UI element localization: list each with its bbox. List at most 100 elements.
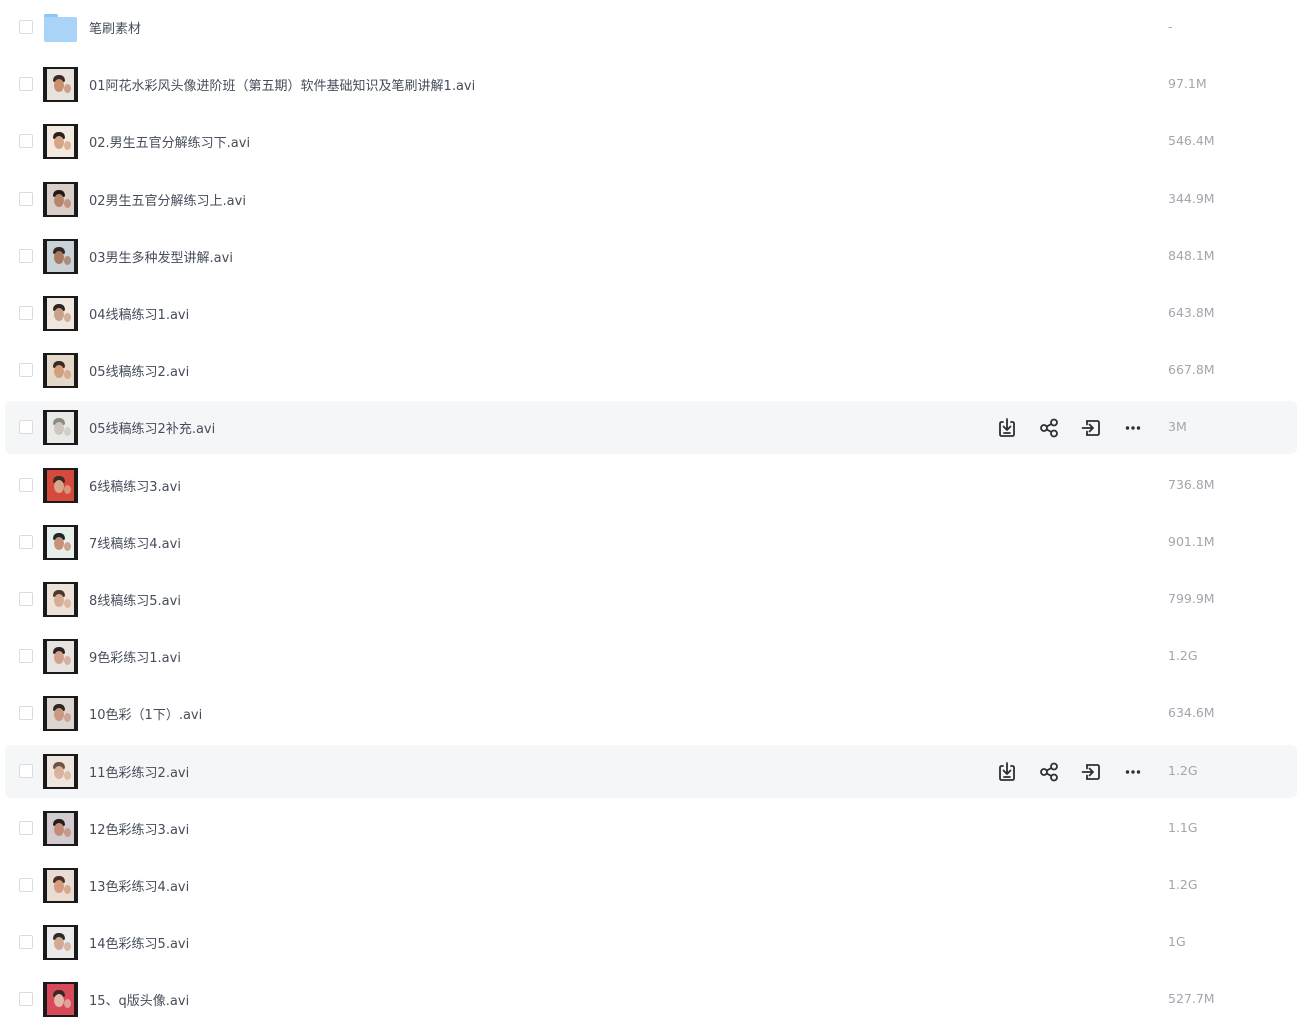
video-thumbnail[interactable] [43,925,78,961]
file-name[interactable]: 04线稿练习1.avi [89,304,189,323]
video-thumbnail[interactable] [43,639,78,675]
row-checkbox[interactable] [19,134,33,149]
row-checkbox[interactable] [19,20,33,34]
row-checkbox[interactable] [19,191,33,206]
file-name[interactable]: 10色彩（1下）.avi [89,704,202,723]
file-size: 97.1M [1168,76,1207,92]
row-checkbox[interactable] [19,992,33,1007]
video-thumbnail[interactable] [43,982,78,1018]
video-thumbnail[interactable] [43,124,78,160]
row-checkbox[interactable] [19,649,33,664]
row-checkbox[interactable] [19,820,33,835]
row-checkbox[interactable] [19,248,33,263]
folder-icon[interactable] [43,10,78,45]
file-name[interactable]: 02.男生五官分解练习下.avi [89,132,250,151]
move-to-button[interactable] [1079,760,1103,784]
file-row[interactable]: 05线稿练习2补充.avi 3M [5,401,1297,455]
file-name[interactable]: 笔刷素材 [89,18,141,37]
file-size: 799.9M [1168,591,1215,606]
row-checkbox[interactable] [19,878,33,892]
video-thumbnail[interactable] [43,67,78,103]
file-size: 344.9M [1168,190,1215,206]
file-row[interactable]: 02男生五官分解练习上.avi 344.9M [5,173,1297,226]
move-to-button[interactable] [1079,416,1103,440]
file-row[interactable]: 7线稿练习4.avi 901.1M [5,516,1297,569]
row-checkbox[interactable] [19,420,33,435]
file-list: 笔刷素材 - 01阿花水彩风头像进阶班（第五期）软件基础知识及笔刷讲解1.avi 97… [0,0,1297,1018]
row-actions [995,414,1155,440]
row-checkbox[interactable] [19,477,33,492]
file-name[interactable]: 11色彩练习2.avi [89,762,189,781]
move-to-icon [1079,420,1103,444]
file-name[interactable]: 9色彩练习1.avi [89,647,181,666]
video-thumbnail[interactable] [43,467,78,503]
file-row[interactable]: 13色彩练习4.avi 1.2G [5,859,1297,912]
download-icon [995,761,1019,788]
video-thumbnail[interactable] [43,524,78,560]
share-button[interactable] [1037,416,1061,440]
file-row[interactable]: 9色彩练习1.avi 1.2G [5,630,1297,683]
file-name[interactable]: 05线稿练习2.avi [89,361,189,380]
row-checkbox[interactable] [19,935,33,950]
download-button[interactable] [995,760,1019,784]
file-size: 1.2G [1168,648,1198,664]
video-thumbnail[interactable] [43,238,78,274]
video-thumbnail[interactable] [43,296,78,331]
file-name[interactable]: 02男生五官分解练习上.avi [89,190,246,209]
file-name[interactable]: 6线稿练习3.avi [89,476,181,495]
file-name[interactable]: 15、q版头像.avi [89,990,189,1009]
video-thumbnail[interactable] [43,353,78,389]
more-icon [1121,425,1145,444]
more-button[interactable] [1121,760,1145,784]
share-button[interactable] [1037,760,1061,784]
file-name[interactable]: 8线稿练习5.avi [89,590,181,609]
file-name[interactable]: 01阿花水彩风头像进阶班（第五期）软件基础知识及笔刷讲解1.avi [89,75,475,94]
row-checkbox[interactable] [19,77,33,92]
file-size: 1G [1168,934,1186,950]
file-size: 848.1M [1168,247,1215,263]
file-name[interactable]: 03男生多种发型讲解.avi [89,247,233,266]
download-button[interactable] [995,416,1019,440]
video-thumbnail[interactable] [43,753,78,789]
file-name[interactable]: 05线稿练习2补充.avi [89,418,215,437]
more-icon [1121,769,1145,788]
folder-row[interactable]: 笔刷素材 - [5,1,1297,54]
file-row[interactable]: 05线稿练习2.avi 667.8M [5,344,1297,397]
file-size: 1.2G [1168,762,1198,778]
share-icon [1037,762,1061,788]
file-size: 3M [1168,419,1187,435]
row-checkbox[interactable] [19,763,33,778]
file-row[interactable]: 11色彩练习2.avi 1.2G [5,744,1297,798]
row-checkbox[interactable] [19,534,33,549]
file-size: 736.8M [1168,476,1215,492]
video-thumbnail[interactable] [43,810,78,846]
video-thumbnail[interactable] [43,410,78,446]
more-button[interactable] [1121,416,1145,440]
file-row[interactable]: 02.男生五官分解练习下.avi 546.4M [5,115,1297,168]
video-thumbnail[interactable] [43,582,78,617]
row-checkbox[interactable] [19,592,33,606]
file-size: - [1168,19,1173,34]
file-row[interactable]: 15、q版头像.avi 527.7M [5,973,1297,1026]
file-size: 634.6M [1168,705,1215,721]
file-row[interactable]: 10色彩（1下）.avi 634.6M [5,687,1297,740]
file-row[interactable]: 01阿花水彩风头像进阶班（第五期）软件基础知识及笔刷讲解1.avi 97.1M [5,58,1297,111]
video-thumbnail[interactable] [43,696,78,732]
file-row[interactable]: 12色彩练习3.avi 1.1G [5,802,1297,855]
file-row[interactable]: 04线稿练习1.avi 643.8M [5,287,1297,340]
file-size: 643.8M [1168,305,1215,320]
file-name[interactable]: 13色彩练习4.avi [89,876,189,895]
file-name[interactable]: 12色彩练习3.avi [89,819,189,838]
row-checkbox[interactable] [19,306,33,320]
file-row[interactable]: 8线稿练习5.avi 799.9M [5,573,1297,626]
row-checkbox[interactable] [19,363,33,378]
file-row[interactable]: 03男生多种发型讲解.avi 848.1M [5,230,1297,283]
file-size: 1.2G [1168,877,1198,892]
file-row[interactable]: 6线稿练习3.avi 736.8M [5,459,1297,512]
video-thumbnail[interactable] [43,181,78,217]
file-name[interactable]: 7线稿练习4.avi [89,533,181,552]
file-name[interactable]: 14色彩练习5.avi [89,933,189,952]
row-checkbox[interactable] [19,706,33,721]
file-row[interactable]: 14色彩练习5.avi 1G [5,916,1297,969]
video-thumbnail[interactable] [43,868,78,903]
